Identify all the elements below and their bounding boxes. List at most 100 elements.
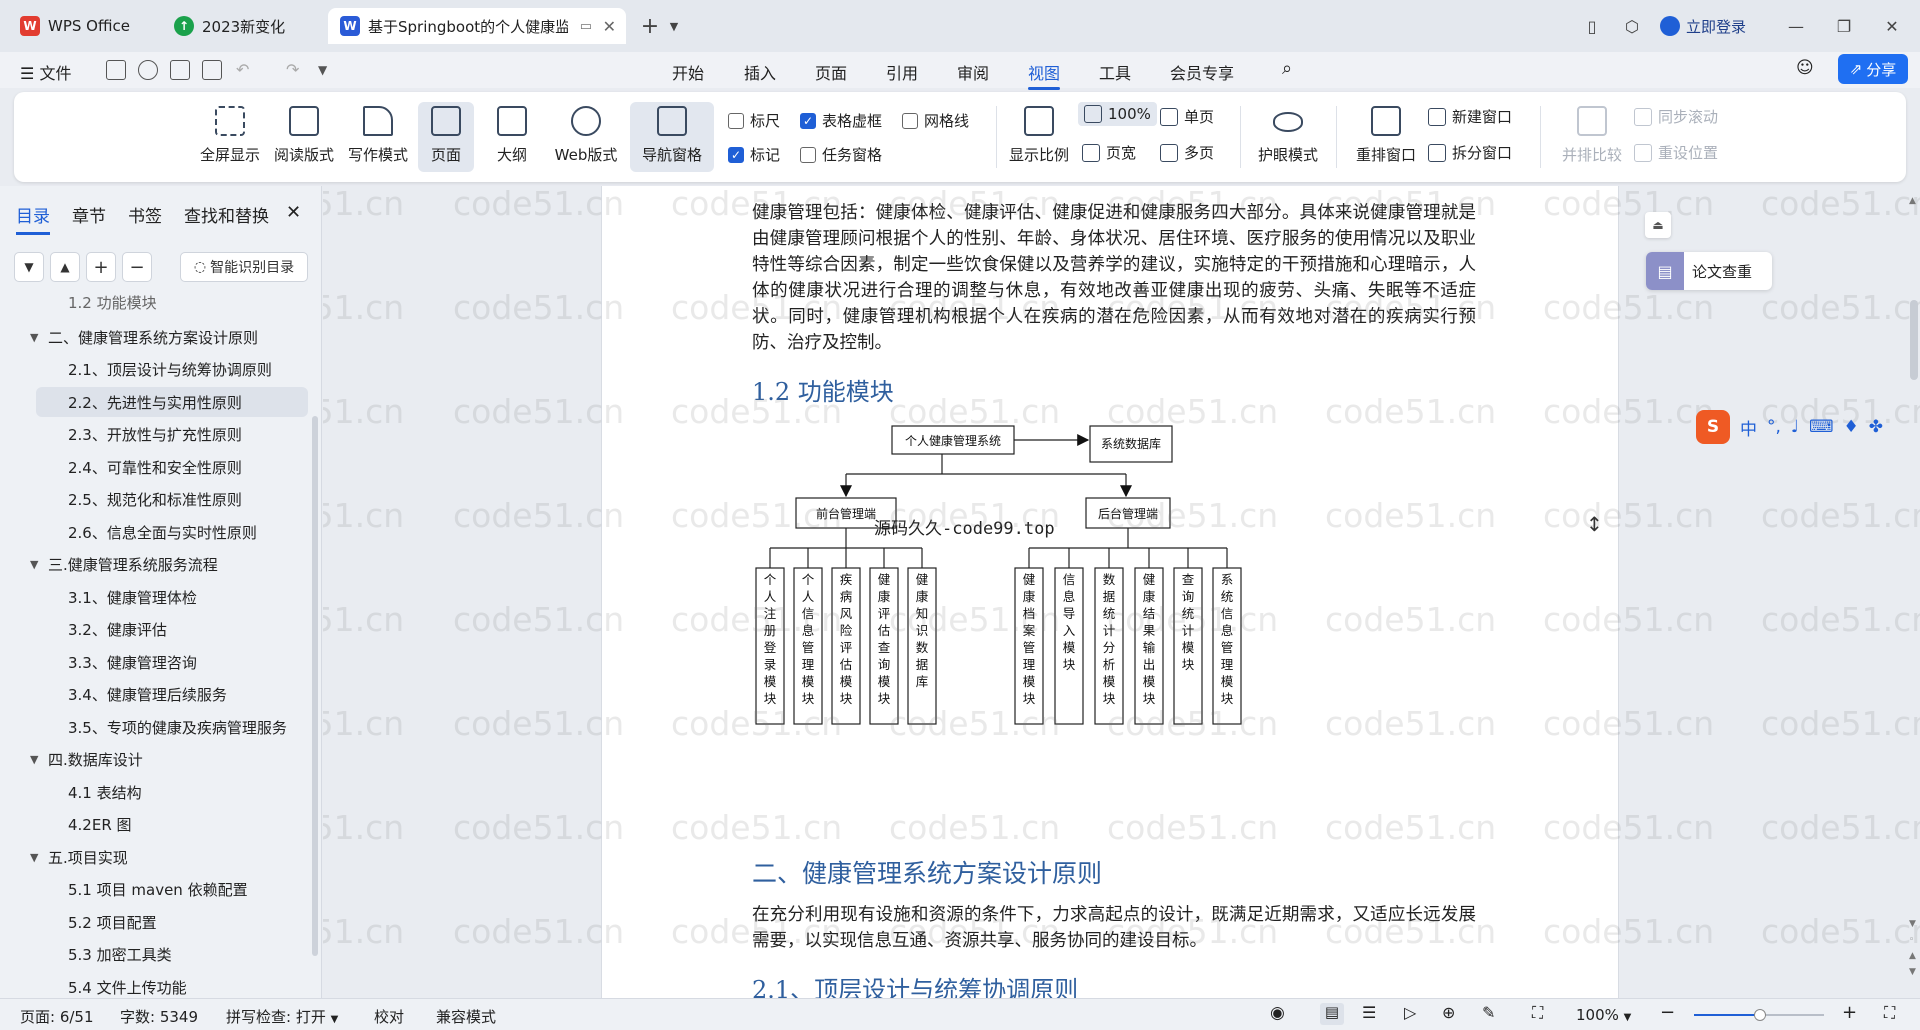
menu-insert[interactable]: 插入 bbox=[744, 60, 776, 84]
toc-item[interactable]: 1.2 功能模块 bbox=[0, 292, 308, 312]
eye-protect-icon[interactable]: ◉ bbox=[1270, 1003, 1285, 1023]
toc-item[interactable]: 5.2 项目配置 bbox=[0, 907, 308, 937]
page-view-icon[interactable]: ▤ bbox=[1320, 1003, 1344, 1025]
toc-item-selected[interactable]: 2.2、先进性与实用性原则 bbox=[36, 387, 308, 417]
toc-item[interactable]: 4.2ER 图 bbox=[0, 809, 308, 839]
nav-scrollbar[interactable] bbox=[312, 416, 318, 956]
zoom-100-button[interactable]: 100% bbox=[1078, 102, 1157, 126]
zoom-ratio-button[interactable]: 显示比例 bbox=[1004, 102, 1074, 172]
read-mode-button[interactable]: 阅读版式 bbox=[272, 102, 336, 172]
mark-checkbox[interactable]: ✓ 标记 bbox=[728, 144, 780, 165]
toc-item[interactable]: 3.3、健康管理咨询 bbox=[0, 647, 308, 677]
scroll-up-icon[interactable]: ▲ bbox=[1909, 196, 1916, 206]
menu-review[interactable]: 审阅 bbox=[957, 60, 989, 84]
print-preview-icon[interactable] bbox=[202, 60, 222, 80]
sync-scroll-button[interactable]: 同步滚动 bbox=[1634, 106, 1718, 127]
cube-icon[interactable]: ⬡ bbox=[1620, 12, 1644, 40]
task-pane-checkbox[interactable]: 任务窗格 bbox=[800, 144, 882, 165]
redo-icon[interactable]: ↷ bbox=[286, 60, 299, 79]
close-window-icon[interactable]: ✕ bbox=[1878, 12, 1906, 40]
fullscreen-button[interactable]: 全屏显示 bbox=[198, 102, 262, 172]
paragraph-health-management[interactable]: 健康管理包括：健康体检、健康评估、健康促进和健康服务四大部分。具体来说健康管理就… bbox=[752, 200, 1476, 356]
rearrange-window-button[interactable]: 重排窗口 bbox=[1344, 102, 1428, 172]
nav-tab-find-replace[interactable]: 查找和替换 bbox=[184, 202, 269, 227]
nav-tab-toc[interactable]: 目录 bbox=[16, 202, 50, 235]
maximize-icon[interactable]: ❐ bbox=[1830, 12, 1858, 40]
tab-wps-office[interactable]: W WPS Office bbox=[8, 8, 156, 44]
paper-check-button[interactable]: ▤ 论文查重 bbox=[1646, 252, 1772, 290]
toc-item[interactable]: 3.4、健康管理后续服务 bbox=[0, 679, 308, 709]
write-mode-button[interactable]: 写作模式 bbox=[346, 102, 410, 172]
toc-item[interactable]: 2.6、信息全面与实时性原则 bbox=[0, 517, 308, 547]
menu-start[interactable]: 开始 bbox=[672, 60, 704, 84]
nav-tab-bookmark[interactable]: 书签 bbox=[128, 202, 162, 227]
multi-page-button[interactable]: 多页 bbox=[1160, 142, 1214, 163]
toc-item[interactable]: 4.1 表结构 bbox=[0, 777, 308, 807]
expand-caret-icon[interactable]: ▼ bbox=[30, 753, 38, 766]
nav-pane-button[interactable]: 导航窗格 bbox=[630, 102, 714, 172]
smart-toc-button[interactable]: ◌ 智能识别目录 bbox=[180, 252, 308, 282]
add-toc-item-icon[interactable]: + bbox=[86, 252, 116, 282]
zoom-in-icon[interactable]: + bbox=[1842, 1002, 1857, 1023]
expand-chevron-up-icon[interactable]: ▲ bbox=[50, 252, 80, 282]
search-icon[interactable]: ⌕ bbox=[1282, 58, 1292, 79]
toc-item[interactable]: 3.2、健康评估 bbox=[0, 614, 308, 644]
side-by-side-button[interactable]: 并排比较 bbox=[1554, 102, 1630, 172]
document-scrollbar[interactable] bbox=[1910, 300, 1918, 380]
expand-caret-icon[interactable]: ▼ bbox=[30, 331, 38, 344]
page-count[interactable]: 页面: 6/51 bbox=[20, 1006, 94, 1027]
tab-2023-new[interactable]: ↑ 2023新变化 bbox=[162, 8, 322, 44]
quick-access-chevron-icon[interactable]: ▼ bbox=[318, 63, 327, 77]
toc-item[interactable]: 2.5、规范化和标准性原则 bbox=[0, 484, 308, 514]
proofread-button[interactable]: 校对 bbox=[374, 1006, 404, 1027]
remove-toc-item-icon[interactable]: − bbox=[122, 252, 152, 282]
web-view-icon[interactable]: ⊕ bbox=[1442, 1003, 1455, 1022]
new-tab-plus-icon[interactable]: + bbox=[636, 12, 664, 40]
toc-item[interactable]: 2.4、可靠性和安全性原则 bbox=[0, 452, 308, 482]
toc-item[interactable]: 3.1、健康管理体检 bbox=[0, 582, 308, 612]
fit-page-icon[interactable]: ⛶ bbox=[1532, 1003, 1543, 1023]
toc-item[interactable]: 5.3 加密工具类 bbox=[0, 939, 308, 969]
minimize-icon[interactable]: — bbox=[1782, 12, 1810, 40]
menu-member[interactable]: 会员专享 bbox=[1170, 60, 1234, 84]
menu-tools[interactable]: 工具 bbox=[1099, 60, 1131, 84]
paragraph-design-principle[interactable]: 在充分利用现有设施和资源的条件下，力求高起点的设计，既满足近期需求，又适应长远发… bbox=[752, 902, 1476, 954]
single-page-button[interactable]: 单页 bbox=[1160, 106, 1214, 127]
layout-icon[interactable]: ▯ bbox=[1580, 12, 1604, 40]
gridline-checkbox[interactable]: 网格线 bbox=[902, 110, 969, 131]
file-menu[interactable]: ☰ 文件 bbox=[20, 60, 71, 84]
export-icon[interactable] bbox=[138, 60, 158, 80]
close-tab-icon[interactable]: ✕ bbox=[603, 17, 616, 36]
toc-item[interactable]: ▼ 三.健康管理系统服务流程 bbox=[0, 549, 308, 579]
toc-item[interactable]: ▼ 四.数据库设计 bbox=[0, 744, 308, 774]
save-icon[interactable] bbox=[106, 60, 126, 80]
heading-2-1[interactable]: 2.1、顶层设计与统筹协调原则 bbox=[752, 970, 1078, 998]
toc-item[interactable]: 5.1 项目 maven 依赖配置 bbox=[0, 874, 308, 904]
tab-list-chevron-icon[interactable]: ▼ bbox=[664, 12, 684, 40]
collapse-chevron-down-icon[interactable]: ▼ bbox=[14, 252, 44, 282]
nav-tab-chapter[interactable]: 章节 bbox=[72, 202, 106, 227]
read-view-icon[interactable]: ▷ bbox=[1404, 1003, 1416, 1022]
menu-page[interactable]: 页面 bbox=[815, 60, 847, 84]
outline-button[interactable]: 大纲 bbox=[484, 102, 540, 172]
chat-icon[interactable]: ☺ bbox=[1796, 58, 1814, 78]
zoom-out-icon[interactable]: − bbox=[1660, 1002, 1675, 1023]
heading-section-2[interactable]: 二、健康管理系统方案设计原则 bbox=[752, 854, 1102, 890]
ime-toolbar[interactable]: S 中 °, ♩ ⌨ ♦ ✤ bbox=[1696, 410, 1883, 444]
zoom-slider[interactable] bbox=[1694, 1009, 1824, 1021]
reset-position-button[interactable]: 重设位置 bbox=[1634, 142, 1718, 163]
write-view-icon[interactable]: ✎ bbox=[1482, 1003, 1495, 1022]
split-window-button[interactable]: 拆分窗口 bbox=[1428, 142, 1512, 163]
spell-check-toggle[interactable]: 拼写检查: 打开 ▼ bbox=[226, 1006, 338, 1027]
fullscreen-expand-icon[interactable]: ⛶ bbox=[1884, 1003, 1895, 1023]
page-nav-icon[interactable]: ▼ ◦ ▲ ▼ bbox=[1909, 916, 1916, 980]
page-mode-button[interactable]: 页面 bbox=[418, 102, 474, 172]
new-window-button[interactable]: 新建窗口 bbox=[1428, 106, 1512, 127]
heading-function-modules[interactable]: 1.2 功能模块 bbox=[752, 372, 894, 407]
eye-mode-button[interactable]: 护眼模式 bbox=[1248, 102, 1328, 172]
share-button[interactable]: ⇗ 分享 bbox=[1838, 54, 1908, 84]
expand-caret-icon[interactable]: ▼ bbox=[30, 851, 38, 864]
tab-document[interactable]: W 基于Springboot的个人健康监 ▭ ✕ bbox=[328, 8, 626, 44]
toc-item[interactable]: 3.5、专项的健康及疾病管理服务 bbox=[0, 712, 308, 742]
web-mode-button[interactable]: Web版式 bbox=[548, 102, 624, 172]
